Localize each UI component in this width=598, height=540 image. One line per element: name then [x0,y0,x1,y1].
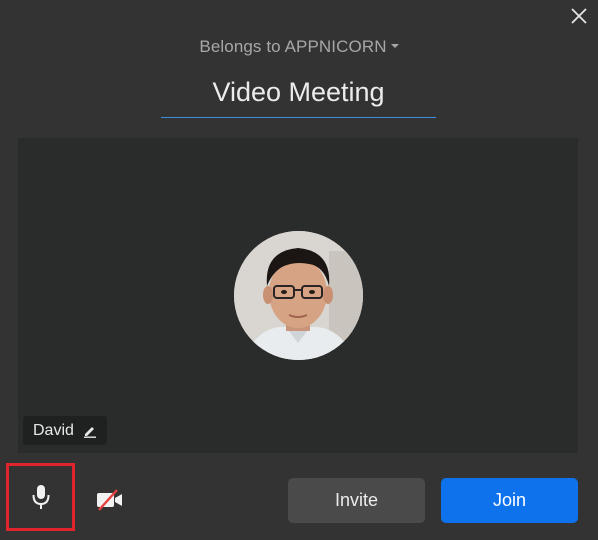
owner-label: Belongs to APPNICORN [199,37,387,56]
video-off-icon [97,489,122,511]
meeting-title-input[interactable] [161,68,436,118]
invite-button[interactable]: Invite [288,478,425,523]
join-button[interactable]: Join [441,478,578,523]
caret-down-icon [390,43,399,48]
video-preview: David [18,138,578,453]
pencil-icon [83,426,96,438]
participant-name-tag[interactable]: David [23,416,107,445]
close-icon [571,8,587,24]
microphone-icon [32,485,49,509]
microphone-button[interactable] [6,463,75,531]
close-button[interactable] [568,5,590,27]
user-avatar [234,231,363,360]
video-toggle-button[interactable] [90,482,130,518]
participant-name: David [33,421,74,439]
owner-selector[interactable]: Belongs to APPNICORN [0,37,598,57]
